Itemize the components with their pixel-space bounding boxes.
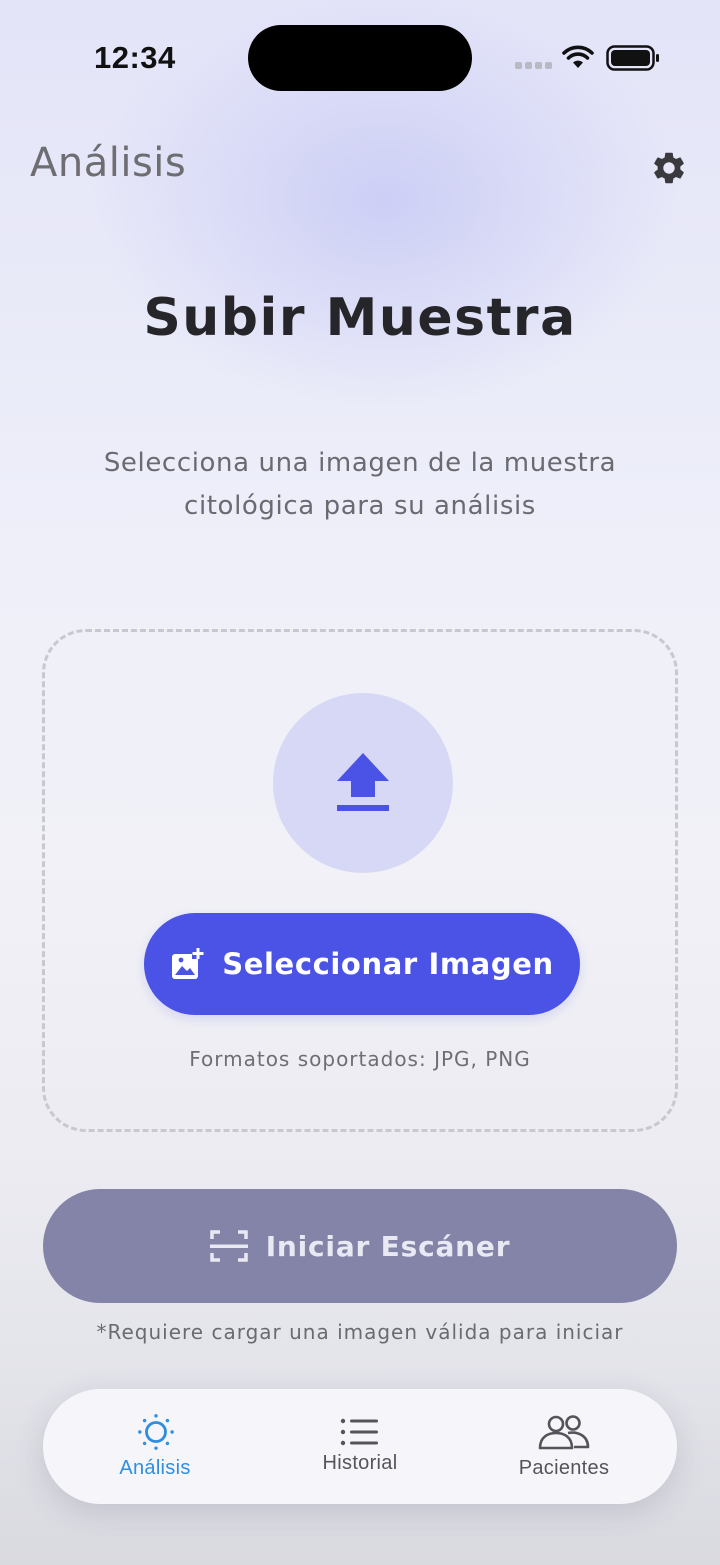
select-image-button[interactable]: Seleccionar Imagen — [144, 913, 580, 1015]
upload-dropzone[interactable]: Seleccionar Imagen Formatos soportados: … — [42, 629, 678, 1132]
add-photo-icon — [172, 947, 205, 979]
bottom-tab-bar: Análisis Historial Pacientes — [43, 1389, 677, 1504]
gear-icon[interactable] — [650, 149, 688, 187]
tab-label-historial: Historial — [322, 1452, 398, 1474]
tab-analisis[interactable]: Análisis — [55, 1389, 255, 1504]
upload-circle[interactable] — [273, 693, 453, 873]
tab-pacientes[interactable]: Pacientes — [464, 1389, 664, 1504]
status-bar: 12:34 — [0, 0, 720, 110]
supported-formats-text: Formatos soportados: JPG, PNG — [189, 1047, 531, 1071]
sun-icon — [138, 1414, 174, 1450]
main-title: Subir Muestra — [143, 288, 577, 348]
start-scanner-button[interactable]: Iniciar Escáner — [43, 1189, 677, 1303]
status-time: 12:34 — [94, 40, 176, 75]
tab-label-analisis: Análisis — [119, 1457, 191, 1479]
people-icon — [538, 1415, 590, 1450]
scan-frame-icon — [209, 1230, 248, 1262]
page-title: Análisis — [30, 140, 187, 186]
cellular-signal-icon — [515, 62, 553, 70]
wifi-icon — [562, 45, 594, 68]
upload-icon — [337, 753, 389, 811]
dynamic-island — [248, 25, 472, 91]
scanner-requirement-note: *Requiere cargar una imagen válida para … — [96, 1320, 624, 1344]
battery-icon — [606, 45, 659, 71]
tab-label-pacientes: Pacientes — [518, 1457, 610, 1479]
select-image-label: Seleccionar Imagen — [222, 947, 554, 981]
subtitle: Selecciona una imagen de la muestra cito… — [103, 448, 617, 521]
list-icon — [340, 1418, 378, 1446]
tab-historial[interactable]: Historial — [260, 1389, 460, 1504]
start-scanner-label: Iniciar Escáner — [265, 1229, 511, 1263]
